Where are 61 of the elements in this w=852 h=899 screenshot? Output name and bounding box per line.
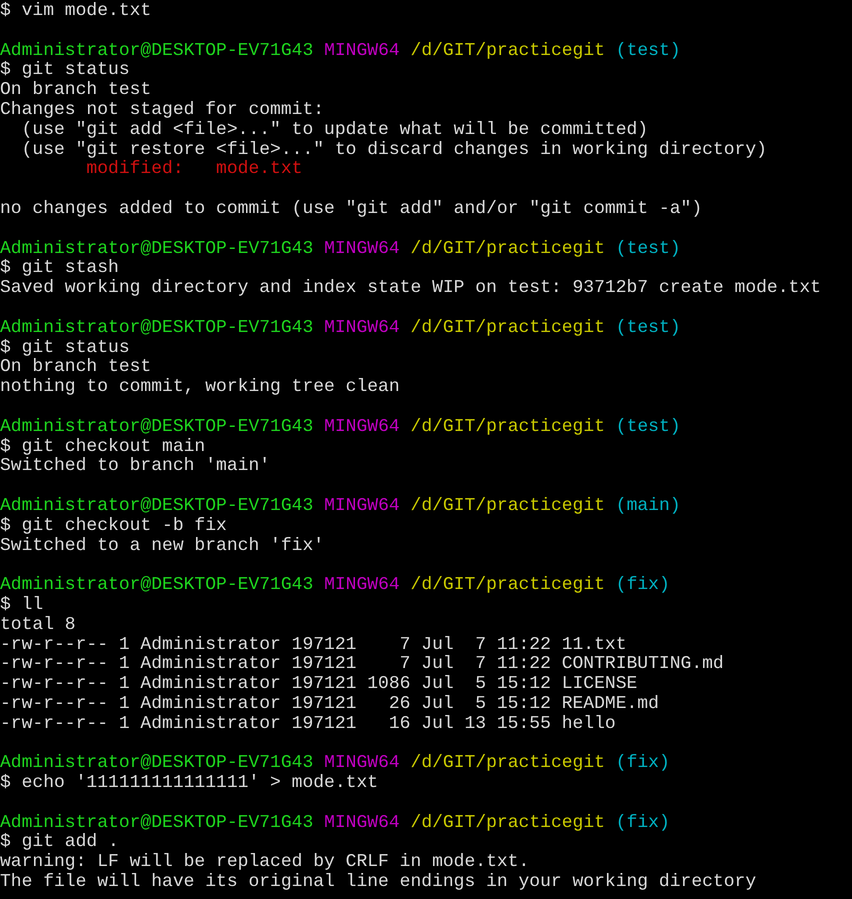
output-line: -rw-r--r-- 1 Administrator 197121 26 Jul 5 15:12 README.md: [0, 694, 659, 714]
output-line: Saved working directory and index state WIP on test: 93712b7 create mode.txt: [0, 278, 821, 298]
prompt-system: MINGW64: [324, 753, 400, 774]
command-line: $ echo '111111111111111' > mode.txt: [0, 773, 378, 794]
prompt-user: Administrator@DESKTOP-EV71G43: [0, 40, 314, 61]
prompt-path: /d/GIT/practicegit: [410, 40, 605, 61]
output-line: Switched to branch 'main': [0, 456, 270, 476]
prompt-branch: (test): [616, 238, 681, 259]
prompt-user: Administrator@DESKTOP-EV71G43: [0, 318, 314, 338]
prompt-path: /d/GIT/practicegit: [410, 753, 605, 774]
command-line: $ git checkout main: [0, 436, 206, 457]
output-line: -rw-r--r-- 1 Administrator 197121 16 Jul 13 15:55 hello: [0, 714, 616, 734]
prompt-system: MINGW64: [324, 496, 400, 516]
output-line: total 8: [0, 614, 76, 635]
prompt-branch: (test): [616, 416, 681, 437]
prompt-system: MINGW64: [324, 318, 400, 338]
command-line: $ vim mode.txt: [0, 1, 152, 21]
output-line: no changes added to commit (use "git add" and/or "git commit -a"): [0, 198, 702, 219]
prompt-path: /d/GIT/practicegit: [410, 238, 605, 259]
command-line: $ git status: [0, 338, 130, 358]
output-line: (use "git restore <file>..." to discard changes in working directory): [20, 140, 767, 160]
prompt-system: MINGW64: [324, 40, 400, 61]
output-line: -rw-r--r-- 1 Administrator 197121 7 Jul 7 11:22 CONTRIBUTING.md: [0, 654, 724, 674]
prompt-branch: (fix): [616, 812, 670, 833]
output-line: -rw-r--r-- 1 Administrator 197121 7 Jul 7 11:22 11.txt: [0, 634, 627, 654]
prompt-path: /d/GIT/practicegit: [410, 496, 605, 516]
prompt-branch: (fix): [616, 575, 670, 596]
command-line: $ ll: [0, 594, 44, 615]
command-line: $ git stash: [0, 258, 119, 278]
output-line: -rw-r--r-- 1 Administrator 197121 1086 Jul 5 15:12 LICENSE: [0, 674, 638, 694]
prompt-branch: (test): [616, 318, 681, 338]
changed-file: mode.txt: [216, 159, 302, 180]
prompt-branch: (fix): [616, 753, 670, 774]
change-label: modified:: [86, 159, 184, 180]
prompt-path: /d/GIT/practicegit: [410, 812, 605, 833]
command-line: $ git add .: [0, 832, 119, 852]
output-line: nothing to commit, working tree clean: [0, 377, 400, 398]
output-line: On branch test: [0, 80, 152, 100]
prompt-user: Administrator@DESKTOP-EV71G43: [0, 416, 314, 437]
command-line: $ git status: [0, 60, 130, 80]
output-line: Changes not staged for commit:: [0, 100, 324, 120]
prompt-path: /d/GIT/practicegit: [410, 318, 605, 338]
prompt-user: Administrator@DESKTOP-EV71G43: [0, 575, 314, 596]
prompt-branch: (main): [616, 496, 681, 516]
prompt-system: MINGW64: [324, 238, 400, 259]
command-line: $ git checkout -b fix: [0, 516, 227, 536]
prompt-system: MINGW64: [324, 575, 400, 596]
prompt-user: Administrator@DESKTOP-EV71G43: [0, 812, 314, 833]
prompt-user: Administrator@DESKTOP-EV71G43: [0, 753, 314, 774]
prompt-branch: (test): [616, 40, 681, 61]
output-line: (use "git add <file>..." to update what will be committed): [20, 120, 648, 140]
output-line: Switched to a new branch 'fix': [0, 536, 324, 556]
prompt-user: Administrator@DESKTOP-EV71G43: [0, 238, 314, 259]
prompt-user: Administrator@DESKTOP-EV71G43: [0, 496, 314, 516]
prompt-system: MINGW64: [324, 812, 400, 833]
prompt-path: /d/GIT/practicegit: [410, 575, 605, 596]
output-line: warning: LF will be replaced by CRLF in mode.txt.: [0, 852, 530, 872]
output-line: The file will have its original line endings in your working directory: [0, 872, 756, 892]
prompt-path: /d/GIT/practicegit: [410, 416, 605, 437]
output-line: On branch test: [0, 357, 152, 378]
prompt-system: MINGW64: [324, 416, 400, 437]
